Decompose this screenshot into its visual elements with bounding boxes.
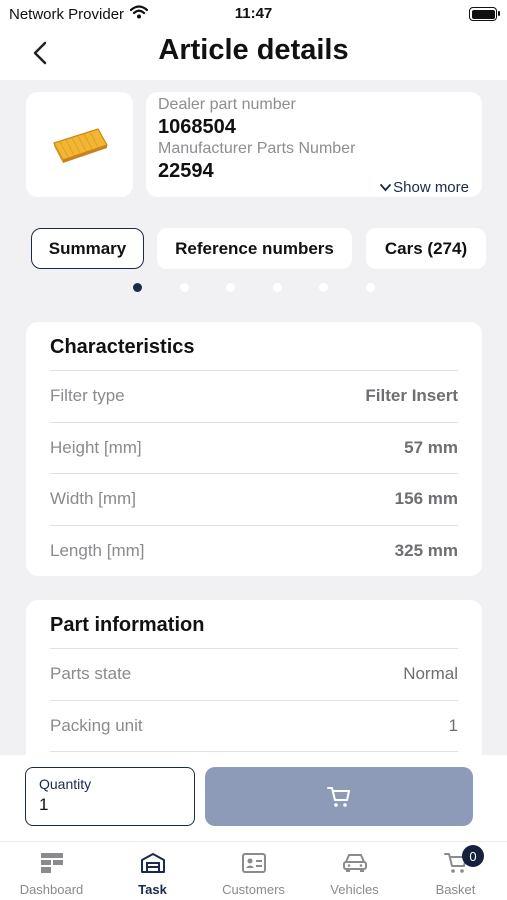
task-icon: [140, 853, 165, 873]
row-label: Height [mm]: [50, 437, 142, 457]
part-info-row: Packing unit 1: [50, 701, 458, 752]
status-bar: Network Provider 11:47: [0, 0, 507, 28]
nav-task[interactable]: Task: [102, 850, 203, 897]
cart-icon: [327, 786, 350, 807]
customers-icon: [241, 853, 266, 873]
page-title: Article details: [158, 34, 349, 66]
tab-summary-label: Summary: [48, 238, 127, 258]
nav-dashboard-label: Dashboard: [19, 882, 84, 897]
action-bar: Quantity 1: [0, 755, 507, 841]
header: Article details: [0, 28, 507, 80]
characteristics-title: Characteristics: [50, 322, 458, 371]
status-time: 11:47: [234, 5, 273, 22]
row-value: Normal: [403, 664, 458, 684]
row-value: 57 mm: [404, 437, 458, 457]
product-info-card: Dealer part number 1068504 Manufacturer …: [146, 92, 482, 197]
product-thumbnail[interactable]: [26, 92, 133, 197]
quantity-label: Quantity: [39, 776, 92, 792]
page-dot[interactable]: [133, 283, 142, 292]
tab-bar: Summary Reference numbers Cars (274): [31, 228, 507, 269]
characteristic-row: Length [mm] 325 mm: [50, 526, 458, 578]
part-information-section: Part information Parts state Normal Pack…: [26, 600, 482, 780]
tab-summary[interactable]: Summary: [31, 228, 144, 269]
nav-customers-label: Customers: [222, 882, 285, 897]
page-dot[interactable]: [273, 283, 282, 292]
nav-vehicles[interactable]: Vehicles: [304, 850, 405, 897]
row-value: 325 mm: [394, 541, 458, 561]
page-indicator: [0, 283, 507, 293]
characteristics-section: Characteristics Filter type Filter Inser…: [26, 322, 482, 576]
tab-cars[interactable]: Cars (274): [366, 228, 486, 269]
part-info-row: Parts state Normal: [50, 649, 458, 701]
characteristic-row: Height [mm] 57 mm: [50, 423, 458, 474]
row-value: 1: [448, 715, 458, 735]
row-label: Length [mm]: [50, 541, 145, 561]
vehicles-icon: [342, 854, 367, 872]
characteristic-row: Width [mm] 156 mm: [50, 474, 458, 526]
row-label: Width [mm]: [50, 489, 136, 509]
show-more-link[interactable]: Show more: [380, 179, 469, 196]
tab-cars-label: Cars (274): [384, 238, 468, 258]
page-dot[interactable]: [226, 283, 235, 292]
battery-icon: [469, 7, 500, 21]
nav-task-label: Task: [138, 882, 167, 897]
basket-count-badge: 0: [462, 845, 484, 867]
dashboard-icon: [40, 853, 63, 873]
part-information-title: Part information: [50, 600, 458, 649]
row-label: Parts state: [50, 664, 132, 684]
row-value: 156 mm: [394, 489, 458, 509]
characteristic-row: Filter type Filter Insert: [50, 371, 458, 423]
air-filter-image: [52, 127, 108, 163]
chevron-down-icon: [380, 183, 392, 191]
dealer-part-value: 1068504: [158, 116, 236, 138]
add-to-cart-button[interactable]: [205, 767, 473, 826]
tab-reference-numbers-label: Reference numbers: [175, 238, 334, 258]
row-value: Filter Insert: [365, 386, 458, 406]
nav-customers[interactable]: Customers: [203, 850, 304, 897]
nav-vehicles-label: Vehicles: [330, 882, 379, 897]
page-dot[interactable]: [180, 283, 189, 292]
page-dot[interactable]: [319, 283, 328, 292]
row-label: Filter type: [50, 386, 125, 406]
nav-basket[interactable]: 0 Basket: [405, 845, 506, 897]
page-dot[interactable]: [366, 283, 375, 292]
manufacturer-part-label: Manufacturer Parts Number: [158, 140, 356, 157]
dealer-part-label: Dealer part number: [158, 96, 296, 113]
bottom-navigation: Dashboard Task Customers Vehicles 0 Bask…: [0, 841, 507, 900]
quantity-value[interactable]: 1: [39, 795, 181, 815]
nav-dashboard[interactable]: Dashboard: [1, 850, 102, 897]
tab-reference-numbers[interactable]: Reference numbers: [157, 228, 352, 269]
nav-basket-label: Basket: [435, 882, 476, 897]
show-more-label: Show more: [393, 179, 469, 196]
row-label: Packing unit: [50, 715, 143, 735]
quantity-field[interactable]: Quantity 1: [25, 767, 195, 826]
